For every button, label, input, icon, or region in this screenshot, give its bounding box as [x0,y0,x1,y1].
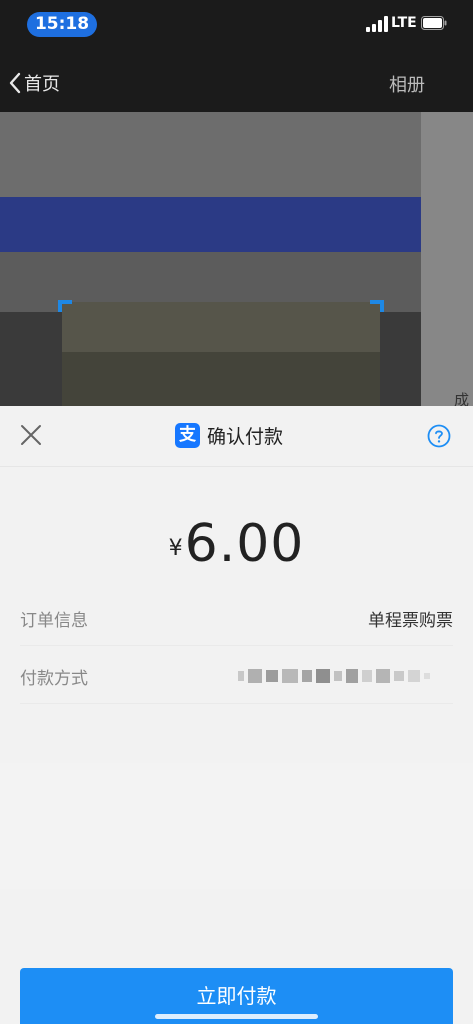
network-type: LTE [391,15,417,31]
album-button[interactable]: 相册 [389,71,425,97]
order-info-value: 单程票购票 [368,611,453,631]
currency-symbol: ¥ [168,536,183,561]
payment-method-value-blurred [238,669,430,683]
order-info-row: 订单信息 单程票购票 [20,589,453,646]
signal-icon [366,16,388,32]
camera-preview [0,112,421,406]
close-icon[interactable] [20,424,42,446]
order-info-label: 订单信息 [20,611,88,631]
status-time: 15:18 [27,12,97,37]
battery-icon [421,16,447,30]
sheet-title: 确认付款 [207,426,284,448]
payment-sheet: 支 确认付款 ¥6.00 订单信息 单程票购票 付款方式 立即付款 [0,406,473,1024]
sheet-title-group: 支 确认付款 [175,422,283,449]
payment-method-label: 付款方式 [20,669,88,689]
amount-value: 6.00 [184,514,305,574]
alipay-logo-icon: 支 [175,423,200,448]
chevron-left-icon [9,72,21,94]
home-indicator [155,1014,318,1019]
back-button[interactable]: 首页 [8,70,60,96]
help-icon[interactable] [427,424,451,448]
sheet-header: 支 确认付款 [0,406,473,467]
payment-amount: ¥6.00 [0,514,473,574]
back-label: 首页 [24,74,60,95]
payment-method-row[interactable]: 付款方式 [20,647,453,704]
